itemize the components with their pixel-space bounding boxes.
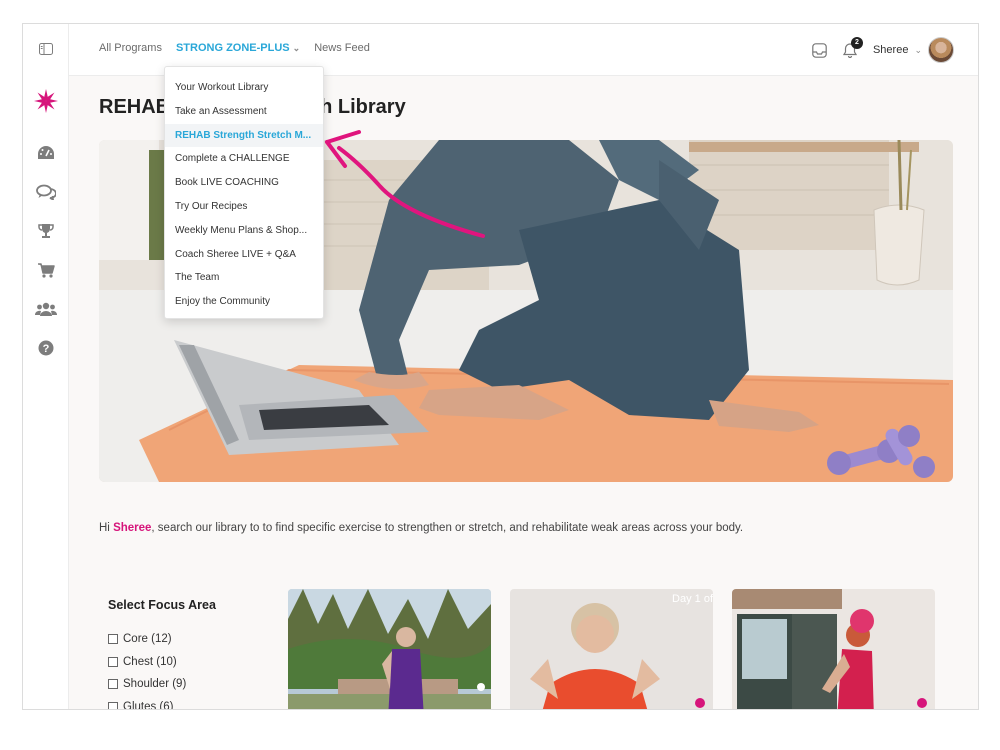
focus-item-label: Shoulder (9) <box>123 678 187 691</box>
logo-flower-icon[interactable] <box>33 88 59 114</box>
menu-item-recipes[interactable]: Try Our Recipes <box>165 195 323 219</box>
help-icon[interactable]: ? <box>35 337 57 359</box>
focus-item-label: Core (12) <box>123 633 172 646</box>
intro-prefix: Hi <box>99 522 114 534</box>
nav-news-feed[interactable]: News Feed <box>314 42 370 54</box>
inbox-icon[interactable] <box>812 42 827 58</box>
sidebar-toggle-icon[interactable] <box>35 38 57 60</box>
users-icon[interactable] <box>35 298 57 320</box>
app-window: ? All Programs STRONG ZONE-PLUS ⌄ News Fe… <box>22 23 979 710</box>
menu-item-community[interactable]: Enjoy the Community <box>165 290 323 314</box>
checkbox[interactable] <box>108 679 118 690</box>
focus-item-label: Chest (10) <box>123 655 177 668</box>
checkbox[interactable] <box>108 656 118 667</box>
cart-icon[interactable] <box>35 259 57 281</box>
header-actions: 2 Sheree ⌄ <box>812 36 954 64</box>
focus-area-list: Core (12) Chest (10) Shoulder (9) Glutes… <box>108 628 186 710</box>
menu-item-team[interactable]: The Team <box>165 266 323 290</box>
notification-count-badge: 2 <box>850 36 863 49</box>
intro-message: , search our library to to find specific… <box>151 522 744 534</box>
intro-username: Sheree <box>113 522 152 534</box>
nav-active-program-label: STRONG ZONE-PLUS <box>175 42 290 54</box>
chat-icon[interactable] <box>35 181 57 203</box>
intro-text: Hi Sheree, search our library to to find… <box>99 522 743 534</box>
focus-item-chest[interactable]: Chest (10) <box>108 651 186 674</box>
menu-item-workout-library[interactable]: Your Workout Library <box>165 76 323 100</box>
card-day-overlay: Day 1 of <box>672 593 713 605</box>
chevron-down-icon: ⌄ <box>914 44 922 55</box>
username: Sheree <box>872 44 909 56</box>
notification-bell[interactable]: 2 <box>842 36 863 58</box>
menu-item-coach-live[interactable]: Coach Sheree LIVE + Q&A <box>165 243 323 267</box>
trophy-icon[interactable] <box>35 220 57 242</box>
checkbox[interactable] <box>108 634 118 645</box>
user-menu[interactable]: Sheree ⌄ <box>873 37 954 63</box>
nav-active-program[interactable]: STRONG ZONE-PLUS ⌄ <box>176 42 300 54</box>
menu-item-live-coaching[interactable]: Book LIVE COACHING <box>165 171 323 195</box>
menu-item-rehab-library[interactable]: REHAB Strength Stretch M... <box>165 123 323 148</box>
focus-item-shoulder[interactable]: Shoulder (9) <box>108 673 186 696</box>
video-card-3[interactable] <box>732 589 935 709</box>
checkbox[interactable] <box>108 701 118 709</box>
avatar <box>928 37 954 63</box>
chevron-down-icon: ⌄ <box>292 43 301 53</box>
focus-item-glutes[interactable]: Glutes (6) <box>108 696 186 710</box>
video-card-1[interactable] <box>288 589 491 709</box>
program-dropdown-menu: Your Workout Library Take an Assessment … <box>164 66 324 319</box>
svg-text:?: ? <box>43 343 50 355</box>
focus-area-title: Select Focus Area <box>108 598 216 612</box>
program-nav: All Programs STRONG ZONE-PLUS ⌄ News Feed <box>99 42 370 54</box>
menu-item-menu-plans[interactable]: Weekly Menu Plans & Shop... <box>165 219 323 243</box>
focus-item-core[interactable]: Core (12) <box>108 628 186 651</box>
menu-item-assessment[interactable]: Take an Assessment <box>165 100 323 124</box>
video-card-2[interactable]: Day 1 of <box>510 589 713 709</box>
focus-item-label: Glutes (6) <box>123 700 174 710</box>
menu-item-challenge[interactable]: Complete a CHALLENGE <box>165 147 323 171</box>
nav-all-programs[interactable]: All Programs <box>99 42 162 54</box>
sidebar: ? <box>23 24 69 709</box>
dashboard-icon[interactable] <box>35 142 57 164</box>
